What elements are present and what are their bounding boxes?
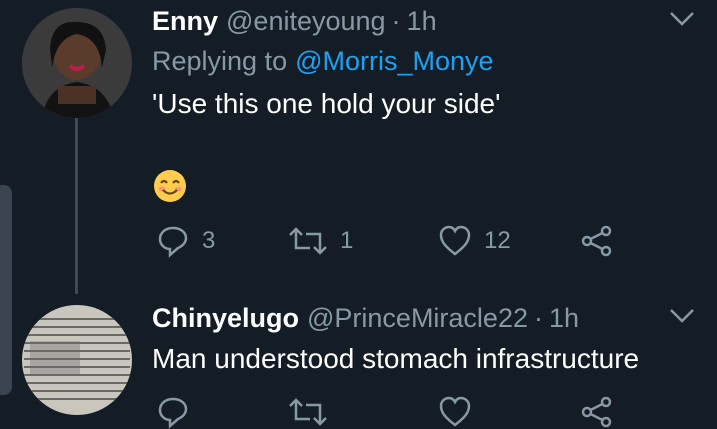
replying-to: Replying to @Morris_Monye: [152, 42, 717, 80]
tweet[interactable]: Enny @eniteyoung · 1h Replying to @Morri…: [152, 0, 717, 204]
tweet-time[interactable]: 1h: [407, 6, 437, 37]
tweet-text: 'Use this one hold your side': [152, 88, 501, 119]
chevron-down-icon[interactable]: [669, 307, 695, 330]
thread-connector-line: [75, 118, 78, 294]
reply-icon: [158, 226, 188, 258]
smiling-face-emoji: [152, 168, 188, 204]
separator-dot: ·: [391, 5, 401, 36]
avatar[interactable]: [22, 305, 132, 415]
heart-icon: [439, 225, 471, 256]
tweet-actions: [156, 395, 614, 429]
avatar-image: [22, 305, 132, 415]
replying-to-label: Replying to: [152, 45, 288, 76]
share-button[interactable]: [580, 395, 614, 429]
retweet-icon: [289, 227, 327, 255]
user-handle[interactable]: @eniteyoung: [226, 6, 386, 37]
reply-count: 3: [202, 227, 216, 254]
reply-button[interactable]: [156, 395, 288, 429]
mention-link[interactable]: @Morris_Monye: [295, 46, 493, 77]
retweet-count: 1: [340, 227, 354, 254]
retweet-icon: [289, 398, 327, 426]
side-scroll-tab[interactable]: [0, 185, 12, 395]
tweet-actions: 3 1 12: [156, 224, 614, 258]
share-button[interactable]: [580, 224, 614, 258]
tweet-header: Enny @eniteyoung · 1h: [152, 0, 717, 42]
retweet-button[interactable]: [288, 397, 438, 427]
heart-icon: [439, 396, 471, 427]
separator-dot: ·: [533, 302, 543, 333]
tweet-time[interactable]: 1h: [549, 303, 579, 334]
tweet[interactable]: Chinyelugo @PrinceMiracle22 · 1h Man und…: [152, 297, 717, 377]
display-name[interactable]: Enny: [152, 6, 218, 37]
tweet-text: Man understood stomach infrastructure: [152, 343, 640, 374]
avatar-image: [22, 8, 132, 118]
share-icon: [581, 396, 612, 428]
tweet-header: Chinyelugo @PrinceMiracle22 · 1h: [152, 297, 717, 339]
reply-button[interactable]: 3: [156, 224, 288, 258]
retweet-button[interactable]: 1: [288, 226, 438, 256]
avatar[interactable]: [22, 8, 132, 118]
user-handle[interactable]: @PrinceMiracle22: [307, 303, 528, 334]
display-name[interactable]: Chinyelugo: [152, 303, 299, 334]
share-icon: [581, 225, 612, 257]
like-count: 12: [484, 227, 511, 254]
like-button[interactable]: 12: [438, 225, 580, 257]
reply-icon: [158, 397, 188, 429]
chevron-down-icon[interactable]: [669, 10, 695, 33]
like-button[interactable]: [438, 396, 580, 428]
